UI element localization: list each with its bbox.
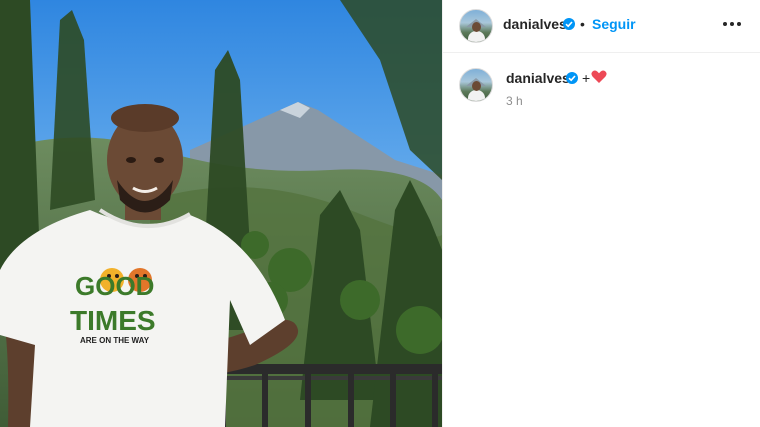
post-timestamp[interactable]: 3 h: [506, 94, 523, 108]
photo-scene: GOOD TIMES ARE ON THE WAY: [0, 0, 442, 427]
shirt-text-tagline: ARE ON THE WAY: [80, 336, 150, 345]
caption-username[interactable]: danialves: [506, 70, 570, 86]
header-separator: •: [580, 16, 585, 32]
heart-icon: [591, 70, 607, 83]
follow-button[interactable]: Seguir: [592, 16, 636, 32]
caption-verified-badge-icon: [566, 72, 578, 84]
shirt-text-good: GOOD: [75, 271, 154, 301]
caption-text: +: [582, 70, 591, 86]
caption-avatar[interactable]: [459, 68, 493, 102]
verified-badge-icon: [563, 18, 575, 30]
shirt-text-times: TIMES: [70, 305, 156, 336]
post-details-panel: danialves • Seguir danialves + 3 h: [442, 0, 760, 427]
post-header: danialves • Seguir: [443, 0, 760, 53]
post-photo[interactable]: GOOD TIMES ARE ON THE WAY: [0, 0, 442, 427]
avatar[interactable]: [459, 9, 493, 43]
header-username[interactable]: danialves: [503, 16, 567, 32]
more-options-icon[interactable]: [723, 17, 743, 31]
shirt-print: GOOD TIMES ARE ON THE WAY: [70, 268, 156, 345]
